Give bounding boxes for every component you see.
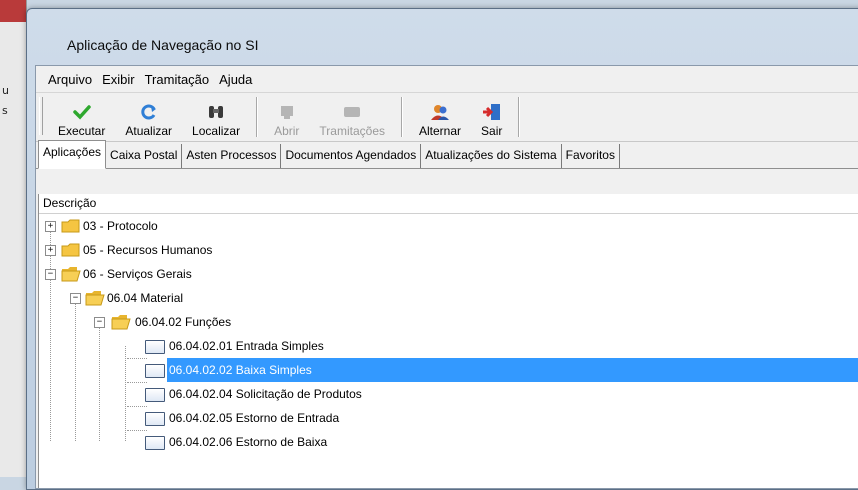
binoculars-icon xyxy=(206,103,226,121)
collapse-minus-icon[interactable]: − xyxy=(94,317,105,328)
sair-button[interactable]: Sair xyxy=(471,97,512,141)
menu-exibir[interactable]: Exibir xyxy=(102,72,135,87)
tab-atualizacoes-do-sistema[interactable]: Atualizações do Sistema xyxy=(421,144,562,168)
tree-node[interactable]: + 05 - Recursos Humanos xyxy=(39,238,858,262)
tree-leaf[interactable]: 06.04.02.01 Entrada Simples xyxy=(39,334,858,358)
window-app-icon xyxy=(145,412,165,426)
tree-node-label: 06.04.02.06 Estorno de Baixa xyxy=(169,435,328,449)
executar-label: Executar xyxy=(58,124,106,138)
tree-node-label: 06.04.02.04 Solicitação de Produtos xyxy=(169,387,362,401)
localizar-button[interactable]: Localizar xyxy=(182,97,250,141)
tramitacoes-icon xyxy=(342,103,362,121)
expand-plus-icon[interactable]: + xyxy=(45,221,56,232)
title-bar[interactable]: Aplicação de Navegação no SI xyxy=(27,9,858,65)
main-window: Aplicação de Navegação no SI Arquivo Exi… xyxy=(26,8,858,490)
window-app-icon xyxy=(145,388,165,402)
atualizar-button[interactable]: Atualizar xyxy=(115,97,182,141)
menu-tramitacao[interactable]: Tramitação xyxy=(145,72,210,87)
localizar-label: Localizar xyxy=(192,124,241,138)
tree-leaf[interactable]: 06.04.02.04 Solicitação de Produtos xyxy=(39,382,858,406)
tab-documentos-agendados[interactable]: Documentos Agendados xyxy=(281,144,422,168)
tree-panel: Descrição + 03 - Protocolo + 05 - Recurs… xyxy=(38,194,858,488)
background-text: s xyxy=(2,104,8,117)
checkmark-icon xyxy=(72,103,92,121)
toolbar-separator xyxy=(518,97,521,137)
atualizar-label: Atualizar xyxy=(125,124,173,138)
tramitacoes-label: Tramitações xyxy=(319,124,385,138)
window-client: Arquivo Exibir Tramitação Ajuda Executar… xyxy=(35,65,858,489)
tree-node-label: 06 - Serviços Gerais xyxy=(83,267,192,281)
tab-asten-processos[interactable]: Asten Processos xyxy=(182,144,282,168)
refresh-icon xyxy=(139,103,159,121)
tree-leaf[interactable]: 06.04.02.06 Estorno de Baixa xyxy=(39,430,858,454)
window-title: Aplicação de Navegação no SI xyxy=(67,37,259,53)
toolbar-separator xyxy=(256,97,259,137)
tree-node[interactable]: − 06.04 Material xyxy=(39,286,858,310)
tree-node-label: 06.04.02.02 Baixa Simples xyxy=(167,358,858,382)
menu-arquivo[interactable]: Arquivo xyxy=(48,72,92,87)
tree-node-label: 06.04.02 Funções xyxy=(135,315,232,329)
sair-label: Sair xyxy=(481,124,503,138)
tree-leaf-selected[interactable]: 06.04.02.02 Baixa Simples xyxy=(39,358,858,382)
tab-caixa-postal[interactable]: Caixa Postal xyxy=(106,144,183,168)
tree-node-label: 03 - Protocolo xyxy=(83,219,158,233)
tab-strip: Aplicações Caixa Postal Asten Processos … xyxy=(36,140,858,169)
toolbar-separator xyxy=(401,97,403,137)
tree-node[interactable]: − 06.04.02 Funções xyxy=(39,310,858,334)
tree-leaf[interactable]: 06.04.02.05 Estorno de Entrada xyxy=(39,406,858,430)
open-icon xyxy=(277,103,297,121)
tab-favoritos[interactable]: Favoritos xyxy=(562,144,620,168)
menu-ajuda[interactable]: Ajuda xyxy=(219,72,252,87)
toolbar-grip[interactable] xyxy=(39,97,43,135)
toolbar: Executar Atualizar Localizar Abrir Trami… xyxy=(36,93,858,142)
abrir-button[interactable]: Abrir xyxy=(264,97,309,141)
collapse-minus-icon[interactable]: − xyxy=(45,269,56,280)
tramitacoes-button[interactable]: Tramitações xyxy=(309,97,395,141)
tree-node[interactable]: − 06 - Serviços Gerais xyxy=(39,262,858,286)
tree-node-label: 06.04.02.01 Entrada Simples xyxy=(169,339,324,353)
collapse-minus-icon[interactable]: − xyxy=(70,293,81,304)
menu-bar: Arquivo Exibir Tramitação Ajuda xyxy=(36,66,858,93)
exit-door-icon xyxy=(482,103,502,121)
window-app-icon xyxy=(145,436,165,450)
alternar-button[interactable]: Alternar xyxy=(409,97,471,141)
background-app-titlebar xyxy=(0,0,26,22)
expand-plus-icon[interactable]: + xyxy=(45,245,56,256)
background-text: u xyxy=(2,84,9,97)
users-icon xyxy=(430,103,450,121)
executar-button[interactable]: Executar xyxy=(48,97,115,141)
tree-node-label: 06.04 Material xyxy=(107,291,184,305)
window-app-icon xyxy=(145,364,165,378)
background-app-strip: u s xyxy=(0,0,27,477)
tree-node-label: 06.04.02.05 Estorno de Entrada xyxy=(169,411,340,425)
tree-node[interactable]: + 03 - Protocolo xyxy=(39,214,858,238)
abrir-label: Abrir xyxy=(274,124,300,138)
alternar-label: Alternar xyxy=(419,124,462,138)
tab-aplicacoes[interactable]: Aplicações xyxy=(38,140,107,169)
tree-node-label: 05 - Recursos Humanos xyxy=(83,243,213,257)
window-app-icon xyxy=(145,340,165,354)
column-header-descricao[interactable]: Descrição xyxy=(39,194,858,214)
